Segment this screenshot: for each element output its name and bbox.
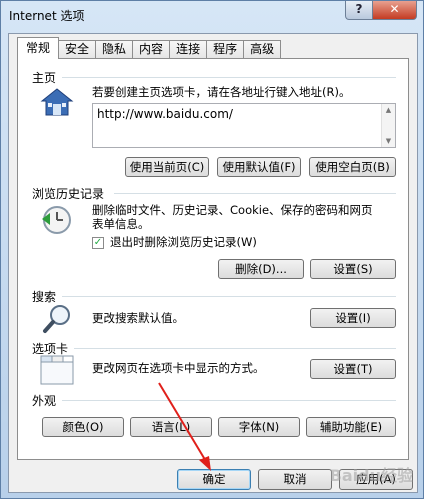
general-tab-panel: 主页 若要创建主页选项卡，请在各地址行键入地址(R)。 http://www.b…	[17, 58, 409, 460]
tab-connections[interactable]: 连接	[169, 40, 208, 59]
colors-button[interactable]: 颜色(O)	[42, 417, 124, 437]
home-description: 若要创建主页选项卡，请在各地址行键入地址(R)。	[92, 85, 351, 99]
ok-button[interactable]: 确定	[177, 469, 251, 490]
internet-options-window: Internet 选项 ? ✕ 常规 安全 隐私 内容 连接 程序 高级 主页	[0, 0, 424, 499]
tabs-description: 更改网页在选项卡中显示的方式。	[92, 361, 265, 375]
delete-on-exit-checkbox[interactable]: ✓	[92, 237, 104, 249]
tab-strip: 常规 安全 隐私 内容 连接 程序 高级	[17, 37, 282, 59]
use-default-button[interactable]: 使用默认值(F)	[217, 157, 301, 177]
cancel-button[interactable]: 取消	[258, 469, 332, 490]
url-field-scrollbar[interactable]: ▲ ▼	[381, 104, 395, 147]
help-button[interactable]: ?	[345, 1, 373, 20]
search-description: 更改搜索默认值。	[92, 311, 184, 325]
history-settings-button[interactable]: 设置(S)	[310, 259, 396, 279]
tabs-settings-button[interactable]: 设置(T)	[310, 359, 396, 379]
home-page-url-text: http://www.baidu.com/	[97, 107, 233, 121]
title-bar[interactable]: Internet 选项 ? ✕	[1, 1, 423, 29]
use-blank-button[interactable]: 使用空白页(B)	[309, 157, 396, 177]
tab-security[interactable]: 安全	[58, 40, 97, 59]
scroll-up-icon[interactable]: ▲	[382, 104, 395, 116]
tabs-window-icon	[40, 355, 74, 388]
tab-general[interactable]: 常规	[17, 37, 60, 59]
scroll-down-icon[interactable]: ▼	[382, 135, 395, 147]
use-current-button[interactable]: 使用当前页(C)	[125, 157, 209, 177]
appearance-section-label: 外观	[32, 394, 57, 408]
languages-button[interactable]: 语言(L)	[130, 417, 212, 437]
history-clock-icon	[40, 203, 74, 240]
history-description-line1: 删除临时文件、历史记录、Cookie、保存的密码和网页	[92, 203, 373, 217]
close-button[interactable]: ✕	[372, 1, 417, 20]
tab-privacy[interactable]: 隐私	[95, 40, 134, 59]
tabs-divider	[74, 348, 396, 349]
home-house-icon	[40, 87, 74, 120]
history-divider	[114, 193, 396, 194]
delete-on-exit-label[interactable]: 退出时删除浏览历史记录(W)	[110, 235, 257, 250]
home-page-url-field[interactable]: http://www.baidu.com/ ▲ ▼	[92, 103, 396, 148]
home-divider	[62, 77, 396, 78]
search-divider	[62, 296, 396, 297]
fonts-button[interactable]: 字体(N)	[218, 417, 300, 437]
search-magnifier-icon	[42, 303, 74, 338]
home-section-label: 主页	[32, 71, 57, 85]
history-section-label: 浏览历史记录	[32, 187, 105, 201]
window-title: Internet 选项	[9, 9, 85, 23]
history-description-line2: 表单信息。	[92, 217, 150, 231]
delete-history-button[interactable]: 删除(D)...	[218, 259, 304, 279]
accessibility-button[interactable]: 辅助功能(E)	[306, 417, 396, 437]
tab-content[interactable]: 内容	[132, 40, 171, 59]
watermark-text: Baidu经验	[329, 466, 413, 485]
search-settings-button[interactable]: 设置(I)	[310, 308, 396, 328]
tab-advanced[interactable]: 高级	[243, 40, 282, 59]
appearance-divider	[62, 400, 396, 401]
tab-programs[interactable]: 程序	[206, 40, 245, 59]
dialog-client-area: 常规 安全 隐私 内容 连接 程序 高级 主页 若要创建主页选项卡，请在各地址行…	[8, 33, 418, 493]
